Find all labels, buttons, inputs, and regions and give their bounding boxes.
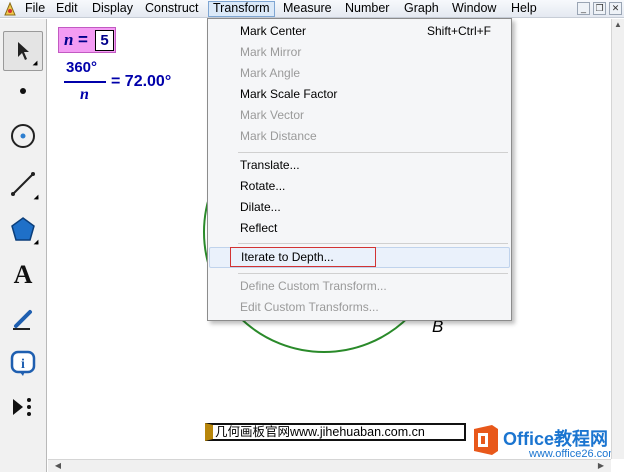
menu-item-translate[interactable]: Translate... xyxy=(209,155,510,176)
menu-item-rotate[interactable]: Rotate... xyxy=(209,176,510,197)
menu-item-dilate[interactable]: Dilate... xyxy=(209,197,510,218)
menu-separator xyxy=(238,152,508,153)
menu-item-define-custom-transform: Define Custom Transform... xyxy=(209,276,510,297)
scroll-up-icon[interactable]: ▲ xyxy=(612,19,624,31)
site-watermark: 几何画板官网www.jihehuaban.com.cn xyxy=(205,423,466,441)
menu-separator xyxy=(238,273,508,274)
fraction-bar xyxy=(64,81,106,83)
menu-item-mark-center[interactable]: Mark Center Shift+Ctrl+F xyxy=(209,21,510,42)
menu-item-label: Mark Scale Factor xyxy=(240,87,338,101)
menu-item-label: Mark Mirror xyxy=(240,45,302,59)
menu-item-mark-angle: Mark Angle xyxy=(209,63,510,84)
calculation-result[interactable]: = 72.00° xyxy=(111,73,171,91)
menu-item-label: Reflect xyxy=(240,221,278,235)
office-logo-icon xyxy=(474,425,498,455)
transform-menu: Mark Center Shift+Ctrl+F Mark Mirror Mar… xyxy=(207,18,512,321)
menu-item-mark-mirror: Mark Mirror xyxy=(209,42,510,63)
menu-item-edit-custom-transforms: Edit Custom Transforms... xyxy=(209,297,510,318)
scroll-left-icon[interactable]: ◀ xyxy=(52,460,64,472)
menu-item-label: Mark Center xyxy=(240,24,307,38)
calculation-numerator: 360° xyxy=(66,59,98,76)
scroll-right-icon[interactable]: ▶ xyxy=(595,460,607,472)
parameter-n[interactable]: n = 5 xyxy=(58,27,116,53)
menu-item-label: Mark Vector xyxy=(240,108,305,122)
menu-separator xyxy=(238,243,508,244)
menu-item-label: Define Custom Transform... xyxy=(240,279,387,293)
sketchpad-window: File Edit Display Construct Transform Me… xyxy=(0,0,624,472)
menu-item-reflect[interactable]: Reflect xyxy=(209,218,510,239)
menu-item-label: Edit Custom Transforms... xyxy=(240,300,379,314)
menu-item-mark-scale-factor[interactable]: Mark Scale Factor xyxy=(209,84,510,105)
menu-item-label: Rotate... xyxy=(240,179,286,193)
horizontal-scrollbar[interactable]: ◀ ▶ xyxy=(48,459,611,472)
menu-item-mark-distance: Mark Distance xyxy=(209,126,510,147)
highlight-outline xyxy=(230,247,376,267)
parameter-equals: = xyxy=(78,30,88,49)
calculation-denominator: n xyxy=(80,86,89,103)
menu-item-label: Translate... xyxy=(240,158,300,172)
parameter-name: n xyxy=(64,30,74,49)
menu-item-shortcut: Shift+Ctrl+F xyxy=(426,24,491,38)
menu-item-label: Mark Distance xyxy=(240,129,317,143)
parameter-value[interactable]: 5 xyxy=(95,30,114,51)
menu-item-label: Dilate... xyxy=(240,200,281,214)
menu-item-label: Mark Angle xyxy=(240,66,301,80)
vertical-scrollbar[interactable]: ▲ xyxy=(611,19,624,459)
menu-item-mark-vector: Mark Vector xyxy=(209,105,510,126)
